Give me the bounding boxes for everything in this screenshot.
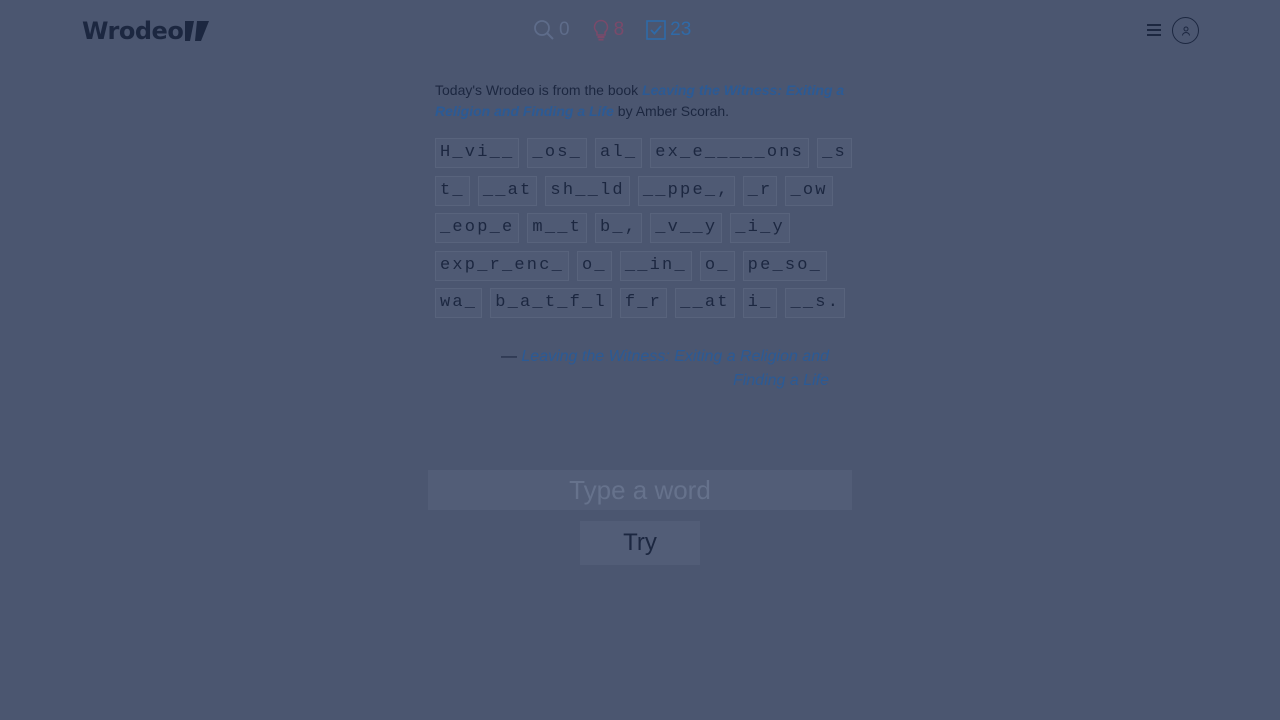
- logo-mark-icon: [185, 21, 210, 41]
- puzzle-word[interactable]: exp_r_enc_: [435, 250, 570, 281]
- puzzle-row: _eop_e m__t b_, _v__y _i_y: [435, 213, 845, 243]
- puzzle-word[interactable]: b_a_t_f_l: [490, 288, 612, 318]
- puzzle-word[interactable]: __at: [477, 175, 538, 206]
- logo-text: Wrodeo: [82, 17, 184, 45]
- puzzle-word[interactable]: o_: [577, 250, 612, 281]
- try-button[interactable]: Try: [580, 521, 700, 565]
- page: Wrodeo 0 8 23 Today's Wrodeo is from the…: [0, 0, 1280, 720]
- author-name: Amber Scorah: [635, 103, 726, 119]
- search-icon: [534, 20, 554, 40]
- stats-bar: 0 8 23: [533, 18, 691, 42]
- puzzle-row: H_vi__ _os_ al_ ex_e_____ons _s: [435, 138, 852, 168]
- attribution: — Leaving the Witness: Exiting a Religio…: [480, 345, 829, 393]
- puzzle-word[interactable]: b_,: [595, 213, 643, 243]
- intro-by: by: [613, 103, 636, 119]
- puzzle-word[interactable]: _v__y: [650, 213, 723, 243]
- puzzle-word[interactable]: __in_: [619, 250, 692, 281]
- menu-icon[interactable]: [1146, 22, 1162, 38]
- puzzle-word[interactable]: __ppe_,: [637, 175, 735, 206]
- user-avatar-button[interactable]: [1172, 17, 1199, 44]
- solved-stat[interactable]: 23: [646, 18, 691, 42]
- attribution-source-link[interactable]: Leaving the Witness: Exiting a Religion …: [521, 348, 829, 389]
- puzzle-word[interactable]: __s.: [785, 288, 846, 318]
- attribution-dash: —: [500, 348, 522, 365]
- puzzle-word[interactable]: f_r: [619, 288, 668, 318]
- puzzle-word[interactable]: __at: [675, 288, 735, 318]
- puzzle-word[interactable]: al_: [595, 138, 643, 168]
- puzzle-word[interactable]: _i_y: [730, 213, 790, 243]
- user-icon: [1181, 26, 1190, 36]
- puzzle-grid: H_vi__ _os_ al_ ex_e_____ons _s t_ __at sh__ld _…: [435, 138, 852, 326]
- puzzle-word[interactable]: _eop_e: [435, 213, 520, 243]
- solved-count: 23: [670, 19, 692, 40]
- lightbulb-icon: [593, 19, 608, 41]
- hint-stat[interactable]: 8: [592, 18, 625, 42]
- puzzle-word[interactable]: wa_: [435, 288, 483, 318]
- search-stat[interactable]: 0: [533, 18, 570, 42]
- puzzle-word[interactable]: t_: [435, 175, 470, 206]
- puzzle-word[interactable]: o_: [699, 250, 735, 281]
- logo[interactable]: Wrodeo: [82, 16, 210, 46]
- puzzle-row: wa_ b_a_t_f_l f_r __at i_ __s.: [435, 288, 846, 318]
- intro-text: Today's Wrodeo is from the book Leaving …: [435, 80, 855, 122]
- puzzle-word[interactable]: sh__ld: [545, 175, 630, 206]
- puzzle-word[interactable]: _os_: [527, 138, 588, 168]
- puzzle-word[interactable]: ex_e_____ons: [650, 138, 810, 168]
- checkbox-icon: [646, 20, 666, 40]
- word-input[interactable]: [428, 470, 852, 510]
- puzzle-word[interactable]: m__t: [527, 213, 588, 243]
- puzzle-word[interactable]: pe_so_: [742, 250, 828, 281]
- hint-count: 8: [613, 19, 625, 40]
- puzzle-word[interactable]: _r: [742, 175, 778, 206]
- search-count: 0: [559, 19, 570, 40]
- puzzle-row: t_ __at sh__ld __ppe_, _r _ow: [435, 175, 845, 206]
- puzzle-word[interactable]: _ow: [785, 175, 833, 206]
- puzzle-word[interactable]: i_: [742, 288, 778, 318]
- intro-prefix: Today's Wrodeo is from the book: [435, 82, 643, 98]
- intro-suffix: .: [725, 103, 730, 119]
- puzzle-word[interactable]: _s: [817, 138, 852, 168]
- puzzle-row: exp_r_enc_ o_ __in_ o_ pe_so_: [435, 250, 845, 281]
- puzzle-word[interactable]: H_vi__: [435, 138, 520, 168]
